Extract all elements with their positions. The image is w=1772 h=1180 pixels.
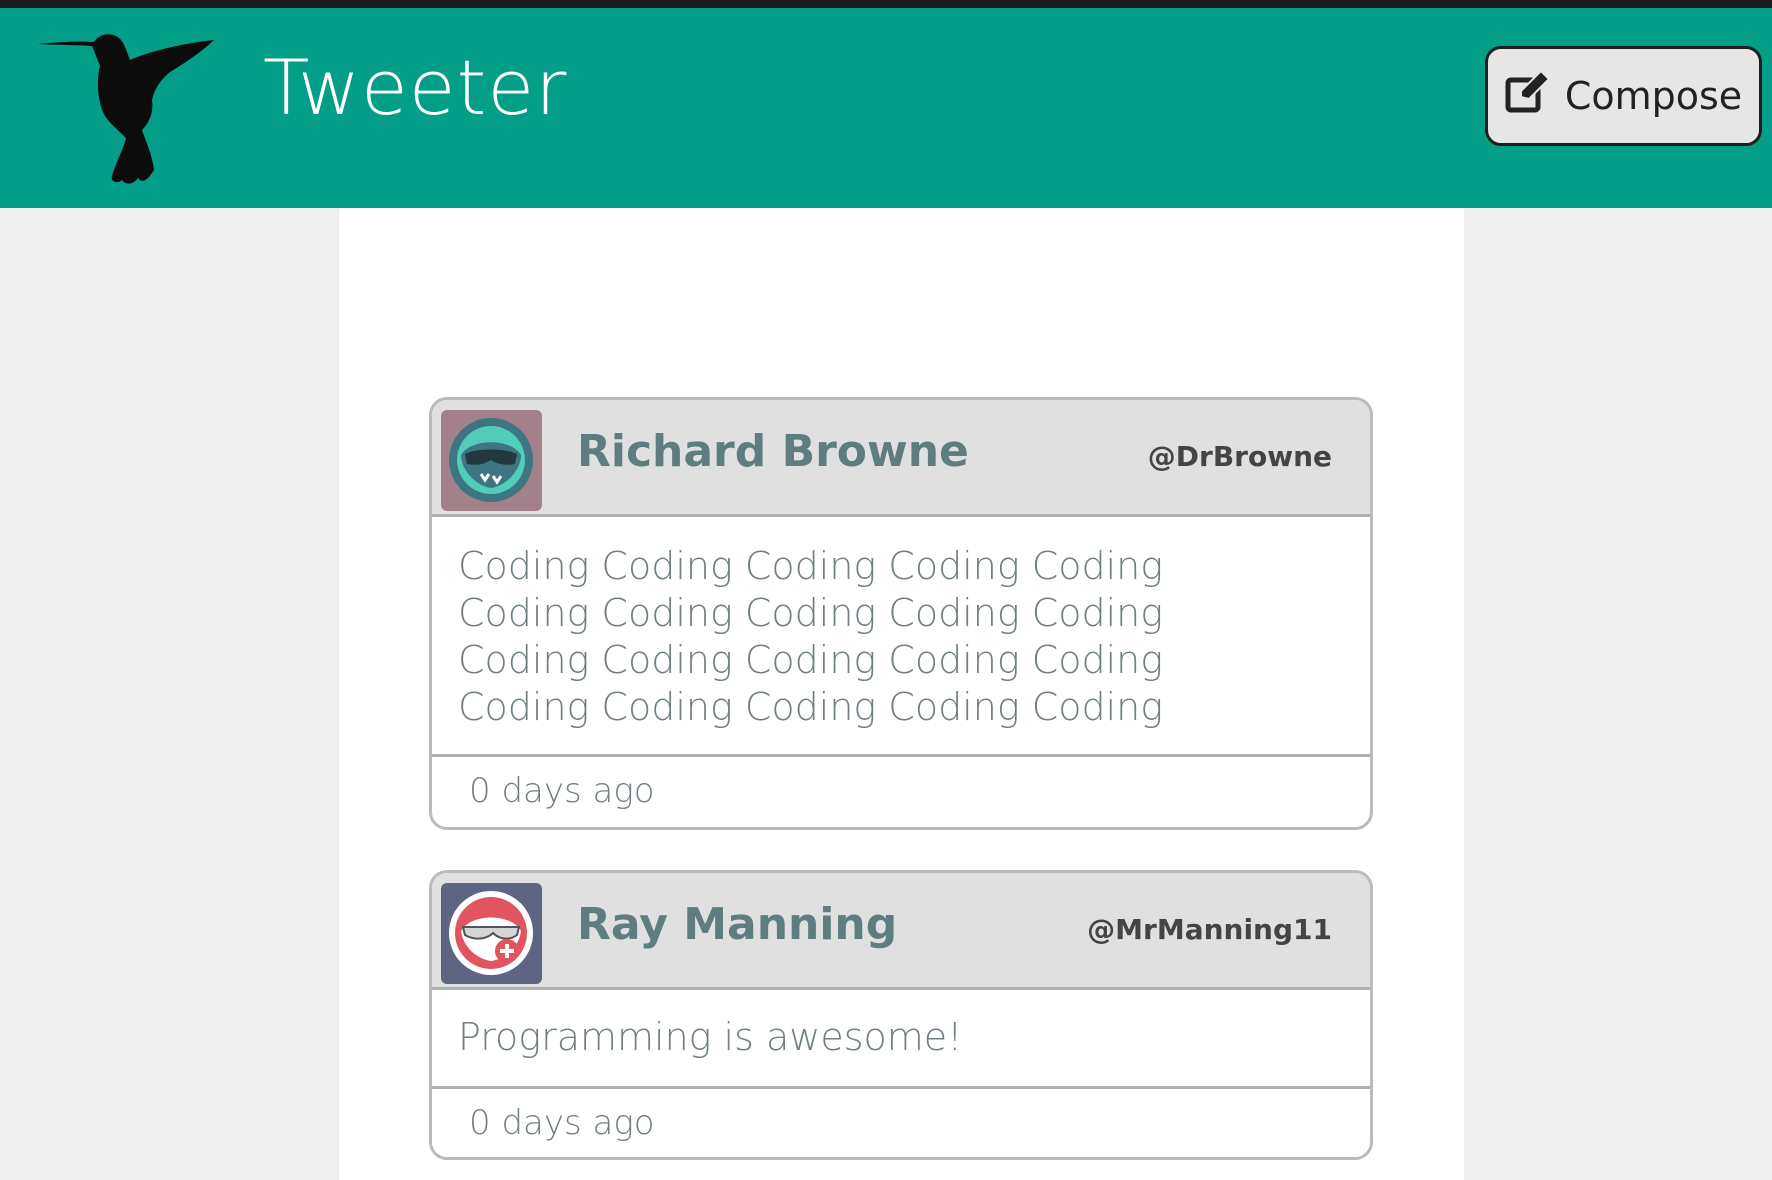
brand-title[interactable]: Tweeter [263, 42, 567, 133]
tweet-card: Ray Manning @MrManning11 Programming is … [429, 870, 1373, 1160]
avatar[interactable] [441, 883, 542, 984]
tweet-body-text: Programming is awesome! [458, 1015, 963, 1059]
avatar[interactable] [441, 410, 542, 511]
tweet-text: Coding Coding Coding Coding Coding Codin… [432, 517, 1370, 757]
masked-face-avatar-icon [441, 410, 542, 511]
tweet-text: Programming is awesome! [432, 990, 1370, 1089]
user-handle: @MrManning11 [1087, 913, 1332, 946]
timestamp: 0 days ago [469, 1103, 655, 1143]
navbar: Tweeter Compose [0, 8, 1772, 208]
hummingbird-icon [38, 30, 238, 186]
display-name: Ray Manning [577, 899, 898, 950]
compose-button[interactable]: Compose [1485, 46, 1762, 146]
tweet-header: Ray Manning @MrManning11 [432, 873, 1370, 990]
main-feed: Richard Browne @DrBrowne Coding Coding C… [339, 208, 1464, 1180]
timestamp: 0 days ago [469, 771, 655, 811]
display-name: Richard Browne [577, 426, 969, 477]
user-handle: @DrBrowne [1147, 440, 1332, 473]
sunglasses-face-avatar-icon [441, 883, 542, 984]
tweet-card: Richard Browne @DrBrowne Coding Coding C… [429, 397, 1373, 830]
tweet-body-text: Coding Coding Coding Coding Coding Codin… [458, 544, 1164, 729]
tweet-header: Richard Browne @DrBrowne [432, 400, 1370, 517]
compose-label: Compose [1564, 74, 1743, 118]
top-strip [0, 0, 1772, 8]
edit-icon [1505, 69, 1551, 124]
